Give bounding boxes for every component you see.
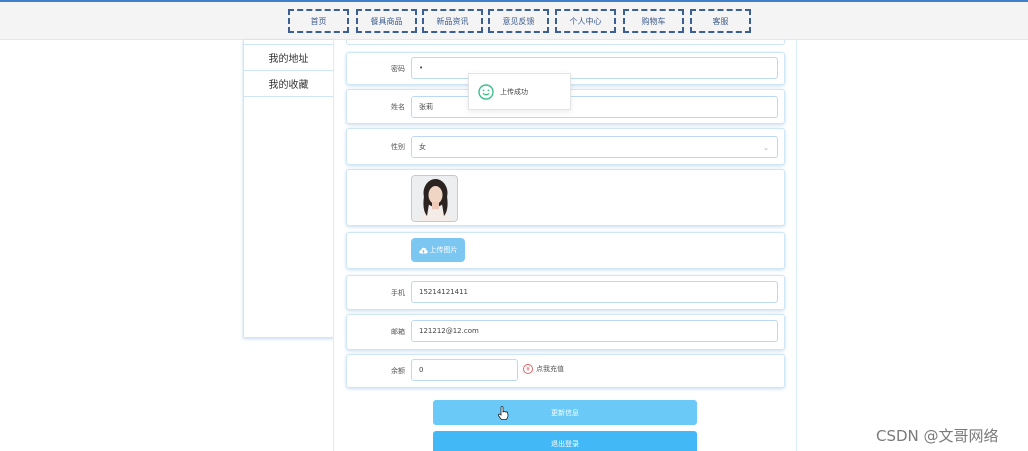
gender-select[interactable]: 女 ⌄: [411, 136, 778, 158]
cloud-upload-icon: [418, 247, 428, 253]
nav-item-home[interactable]: 首页: [288, 9, 349, 33]
nav-item-personal-center[interactable]: 个人中心: [555, 9, 616, 33]
sidebar-item-my-address[interactable]: 我的地址: [244, 45, 333, 71]
nav-item-cart[interactable]: 购物车: [623, 9, 684, 33]
logout-button[interactable]: 退出登录: [433, 431, 697, 451]
balance-label: 余额: [391, 367, 405, 375]
email-row: 邮箱 121212@12.com: [346, 314, 785, 350]
nav-item-customer-service[interactable]: 客服: [690, 9, 751, 33]
password-label: 密码: [391, 65, 405, 73]
email-field[interactable]: 121212@12.com: [411, 320, 778, 342]
chevron-down-icon: ⌄: [763, 144, 769, 152]
password-field[interactable]: •: [411, 57, 778, 79]
name-label: 姓名: [391, 103, 405, 111]
smile-icon: [478, 83, 494, 100]
upload-image-label: 上传图片: [429, 246, 458, 254]
phone-row: 手机 15214121411: [346, 275, 785, 310]
hand-cursor-icon: [497, 406, 509, 420]
balance-row: 余额 0 ¥ 点我充值: [346, 354, 785, 388]
nav-item-tableware-products[interactable]: 餐具商品: [356, 9, 417, 33]
form-row-partial: [346, 40, 785, 45]
phone-field[interactable]: 15214121411: [411, 281, 778, 303]
recharge-label: 点我充值: [536, 365, 564, 373]
avatar-row: [346, 169, 785, 226]
toast-message: 上传成功: [500, 87, 528, 96]
yen-icon: ¥: [523, 364, 533, 374]
watermark-text: CSDN @文哥网络: [876, 427, 999, 445]
nav-item-feedback[interactable]: 意见反馈: [488, 9, 549, 33]
upload-row: 上传图片: [346, 232, 785, 269]
recharge-link[interactable]: ¥ 点我充值: [523, 364, 564, 374]
upload-success-toast: 上传成功: [468, 73, 571, 110]
avatar-image: [411, 175, 458, 222]
phone-label: 手机: [391, 289, 405, 297]
update-info-button[interactable]: 更新信息: [433, 400, 697, 425]
top-navigation: 首页 餐具商品 新品资讯 意见反馈 个人中心 购物车 客服: [0, 2, 1028, 40]
gender-label: 性别: [391, 143, 405, 151]
upload-image-button[interactable]: 上传图片: [411, 238, 465, 262]
sidebar: 我的地址 我的收藏: [243, 40, 334, 338]
balance-field[interactable]: 0: [411, 359, 518, 381]
gender-row: 性别 女 ⌄: [346, 128, 785, 165]
sidebar-item-my-favorites[interactable]: 我的收藏: [244, 71, 333, 97]
gender-select-value: 女: [419, 143, 426, 151]
email-label: 邮箱: [391, 328, 405, 336]
nav-item-news[interactable]: 新品资讯: [422, 9, 483, 33]
name-field[interactable]: 张莉: [411, 96, 778, 118]
